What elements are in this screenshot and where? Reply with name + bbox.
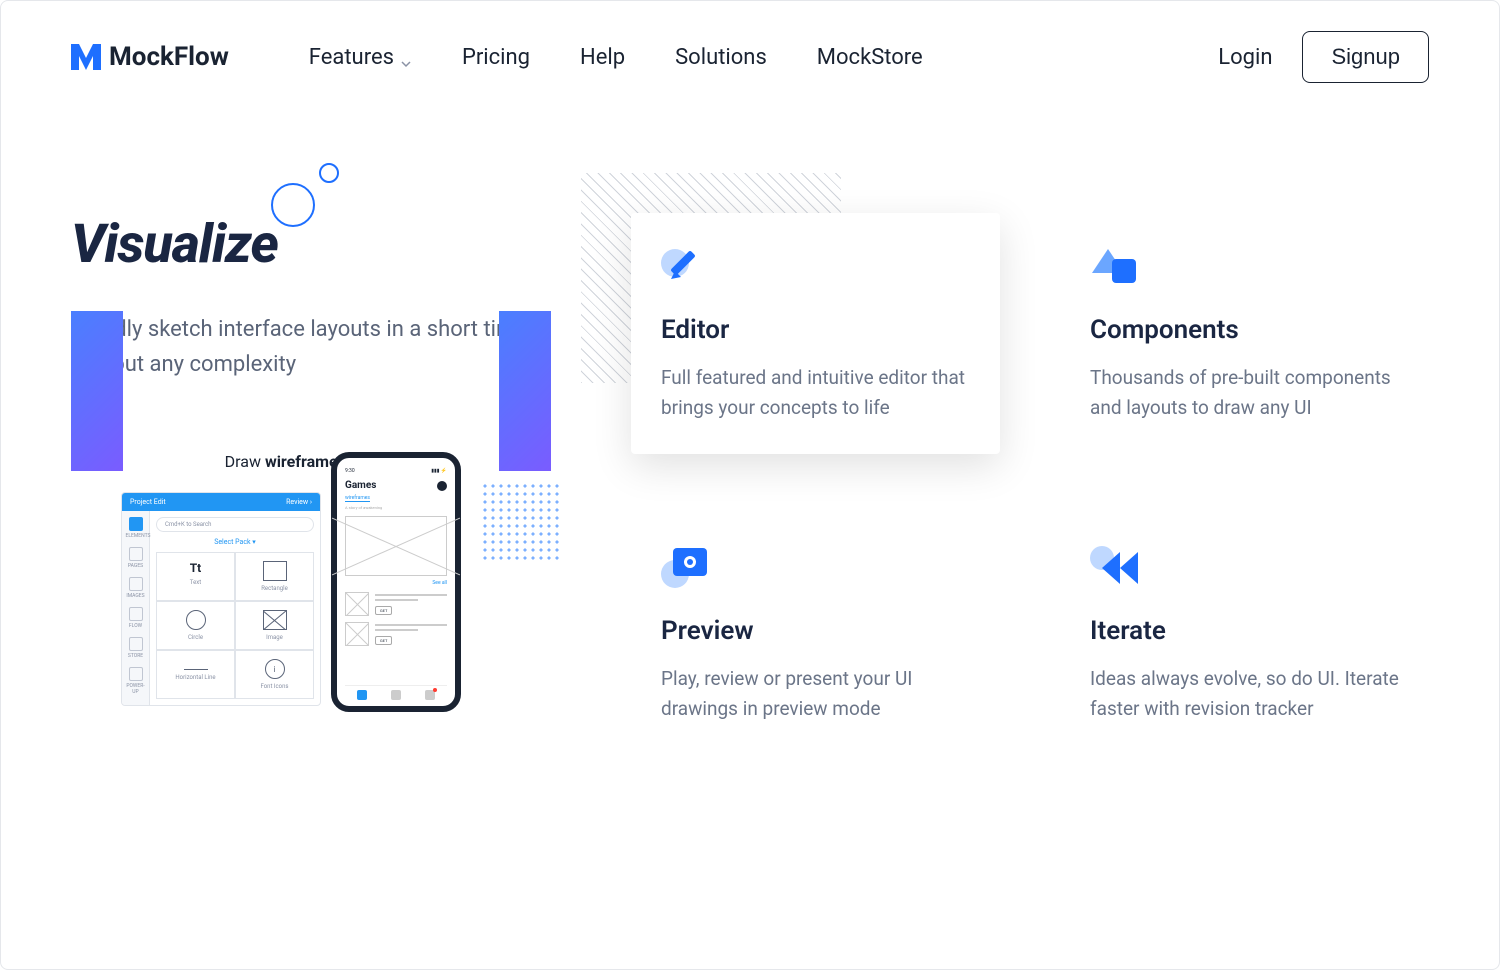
- nav-mockstore[interactable]: MockStore: [817, 45, 923, 70]
- preview-icon: [661, 544, 717, 592]
- brand-name: MockFlow: [109, 42, 229, 72]
- logo[interactable]: MockFlow: [71, 42, 229, 72]
- gradient-decoration-left: [71, 311, 123, 471]
- card-desc: Thousands of pre-built components and la…: [1090, 363, 1399, 424]
- features-grid: Editor Full featured and intuitive edito…: [631, 213, 1429, 755]
- dots-decoration: [481, 482, 561, 562]
- card-desc: Full featured and intuitive editor that …: [661, 363, 970, 424]
- card-title: Editor: [661, 315, 970, 345]
- card-desc: Play, review or present your UI drawings…: [661, 664, 970, 725]
- feature-card-iterate[interactable]: Iterate Ideas always evolve, so do UI. I…: [1060, 514, 1429, 755]
- feature-card-editor[interactable]: Editor Full featured and intuitive edito…: [631, 213, 1000, 454]
- main-content: Visualize Rapidly sketch interface layou…: [1, 113, 1499, 755]
- feature-card-components[interactable]: Components Thousands of pre-built compon…: [1060, 213, 1429, 454]
- components-icon: [1090, 243, 1146, 291]
- card-title: Components: [1090, 315, 1399, 345]
- card-title: Iterate: [1090, 616, 1399, 646]
- nav-pricing[interactable]: Pricing: [462, 45, 530, 70]
- editor-mockup: Project Edit Review › ELEMENTS PAGES IMA…: [121, 492, 321, 706]
- gradient-decoration-right: [499, 311, 551, 471]
- feature-card-preview[interactable]: Preview Play, review or present your UI …: [631, 514, 1000, 755]
- mock-heading: Draw wireframe designs: [71, 452, 551, 471]
- logo-icon: [71, 44, 101, 70]
- nav-help[interactable]: Help: [580, 45, 625, 70]
- signup-button[interactable]: Signup: [1302, 31, 1429, 83]
- hero-title: Visualize: [71, 213, 551, 276]
- header: MockFlow Features Pricing Help Solutions…: [1, 1, 1499, 113]
- card-title: Preview: [661, 616, 970, 646]
- mockup-illustration: Draw wireframe designs Project Edit Revi…: [71, 452, 551, 471]
- login-link[interactable]: Login: [1218, 45, 1272, 70]
- hero-column: Visualize Rapidly sketch interface layou…: [71, 213, 551, 755]
- main-nav: Features Pricing Help Solutions MockStor…: [309, 45, 923, 70]
- nav-solutions[interactable]: Solutions: [675, 45, 767, 70]
- hero-subtitle: Rapidly sketch interface layouts in a sh…: [71, 312, 531, 382]
- chevron-down-icon: [400, 51, 412, 63]
- iterate-icon: [1090, 544, 1146, 592]
- header-auth: Login Signup: [1218, 31, 1429, 83]
- card-desc: Ideas always evolve, so do UI. Iterate f…: [1090, 664, 1399, 725]
- phone-mockup: 9:30▮▮▮ ⚡ Games wireframes A story of aw…: [331, 452, 461, 712]
- editor-icon: [661, 243, 717, 291]
- nav-features[interactable]: Features: [309, 45, 412, 70]
